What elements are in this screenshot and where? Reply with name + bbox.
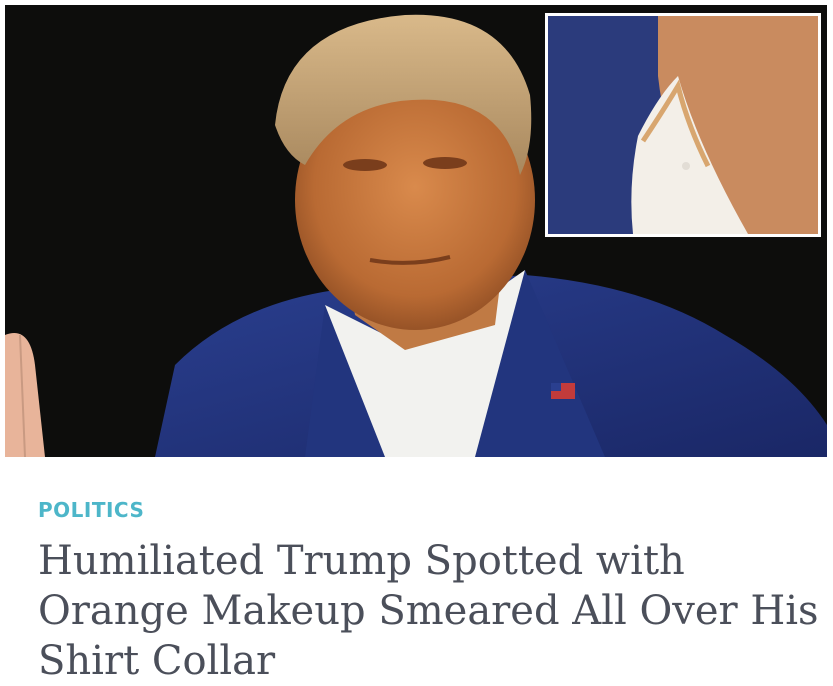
- collar-closeup-illustration: [548, 16, 818, 234]
- article-teaser: POLITICS Humiliated Trump Spotted with O…: [38, 498, 819, 686]
- category-link[interactable]: POLITICS: [38, 498, 144, 522]
- headline-line: Shirt Collar: [38, 638, 276, 684]
- hero-image[interactable]: [5, 5, 827, 457]
- headline-line: Humiliated Trump Spotted with: [38, 538, 685, 584]
- headline[interactable]: Humiliated Trump Spotted with Orange Mak…: [38, 536, 819, 686]
- headline-line: Orange Makeup Smeared All Over His: [38, 588, 819, 634]
- inset-closeup-image[interactable]: [545, 13, 821, 237]
